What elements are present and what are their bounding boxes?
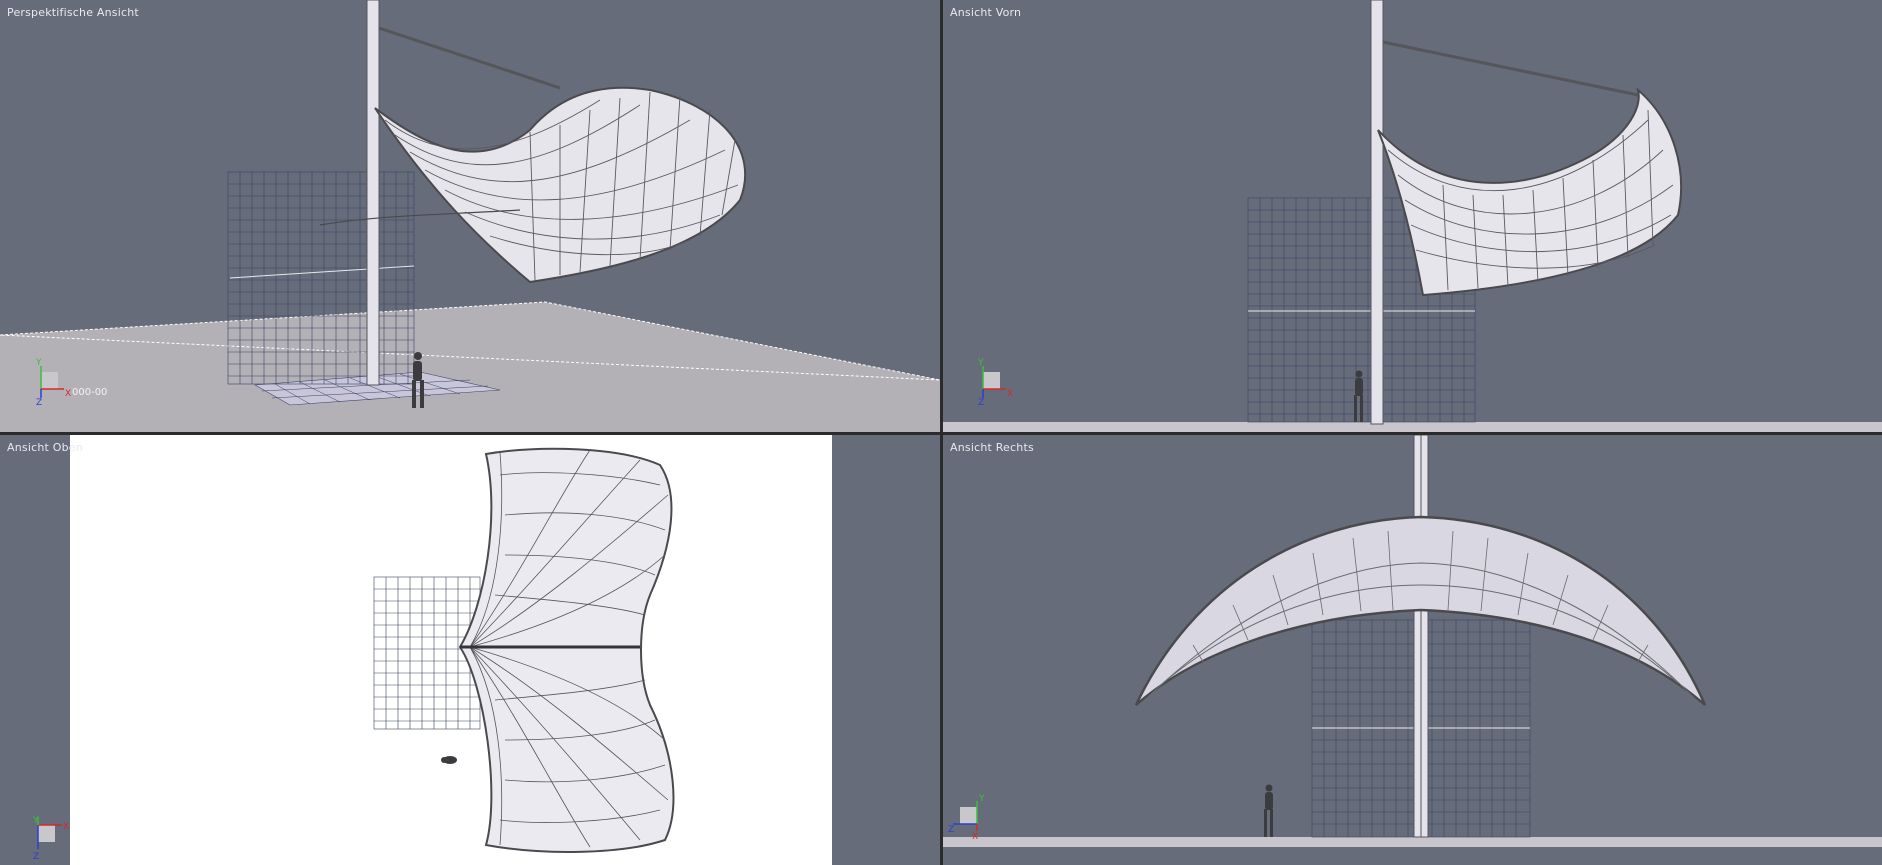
svg-text:X: X [65,389,71,399]
svg-text:Y: Y [978,794,985,804]
svg-text:X: X [63,822,69,832]
viewport-perspective[interactable]: Perspektifische Ansicht Y X Z 000-00 [0,0,940,432]
svg-text:Z: Z [36,398,42,408]
viewport-top-label[interactable]: Ansicht Oben [7,441,83,454]
viewport-right[interactable]: Ansicht Rechts Y Z X [943,435,1882,865]
ground-line [943,422,1882,432]
xyz-axis-gizmo-icon: Y X Z [977,358,1013,408]
viewport-right-label[interactable]: Ansicht Rechts [950,441,1034,454]
svg-text:X: X [972,832,978,842]
viewport-front-label[interactable]: Ansicht Vorn [950,6,1021,19]
viewport-top[interactable]: Ansicht Oben Y X Z [0,435,940,865]
cable [1382,40,1639,97]
svg-text:Y: Y [977,358,984,368]
human-scale-figure-icon [441,756,457,764]
coordinate-readout: 000-00 [72,387,108,398]
top-view-paper [70,435,832,865]
mast [366,0,380,386]
human-scale-figure-icon [1264,784,1273,837]
viewport-perspective-label[interactable]: Perspektifische Ansicht [7,6,139,19]
front-scene: Y X Z [943,0,1882,432]
mast [1370,0,1384,425]
right-scene: Y Z X [943,435,1882,847]
xyz-axis-gizmo-icon: Y Z X [948,794,985,842]
grid-box [227,171,415,385]
svg-text:Z: Z [33,852,39,862]
svg-text:Z: Z [948,825,954,835]
perspective-scene: Y X Z [0,0,940,432]
ground-line [943,837,1882,847]
svg-text:Y: Y [35,358,42,368]
top-scene: Y X Z [32,435,832,865]
svg-text:X: X [1007,389,1013,399]
membrane-surface [1377,87,1682,297]
viewport-front[interactable]: Ansicht Vorn Y X Z [943,0,1882,432]
xyz-axis-gizmo-icon: Y X Z [32,816,69,862]
svg-text:Z: Z [978,398,984,408]
svg-text:Y: Y [32,816,39,826]
floor-plane [0,302,940,432]
membrane-surface [458,447,675,853]
cable [378,26,561,90]
